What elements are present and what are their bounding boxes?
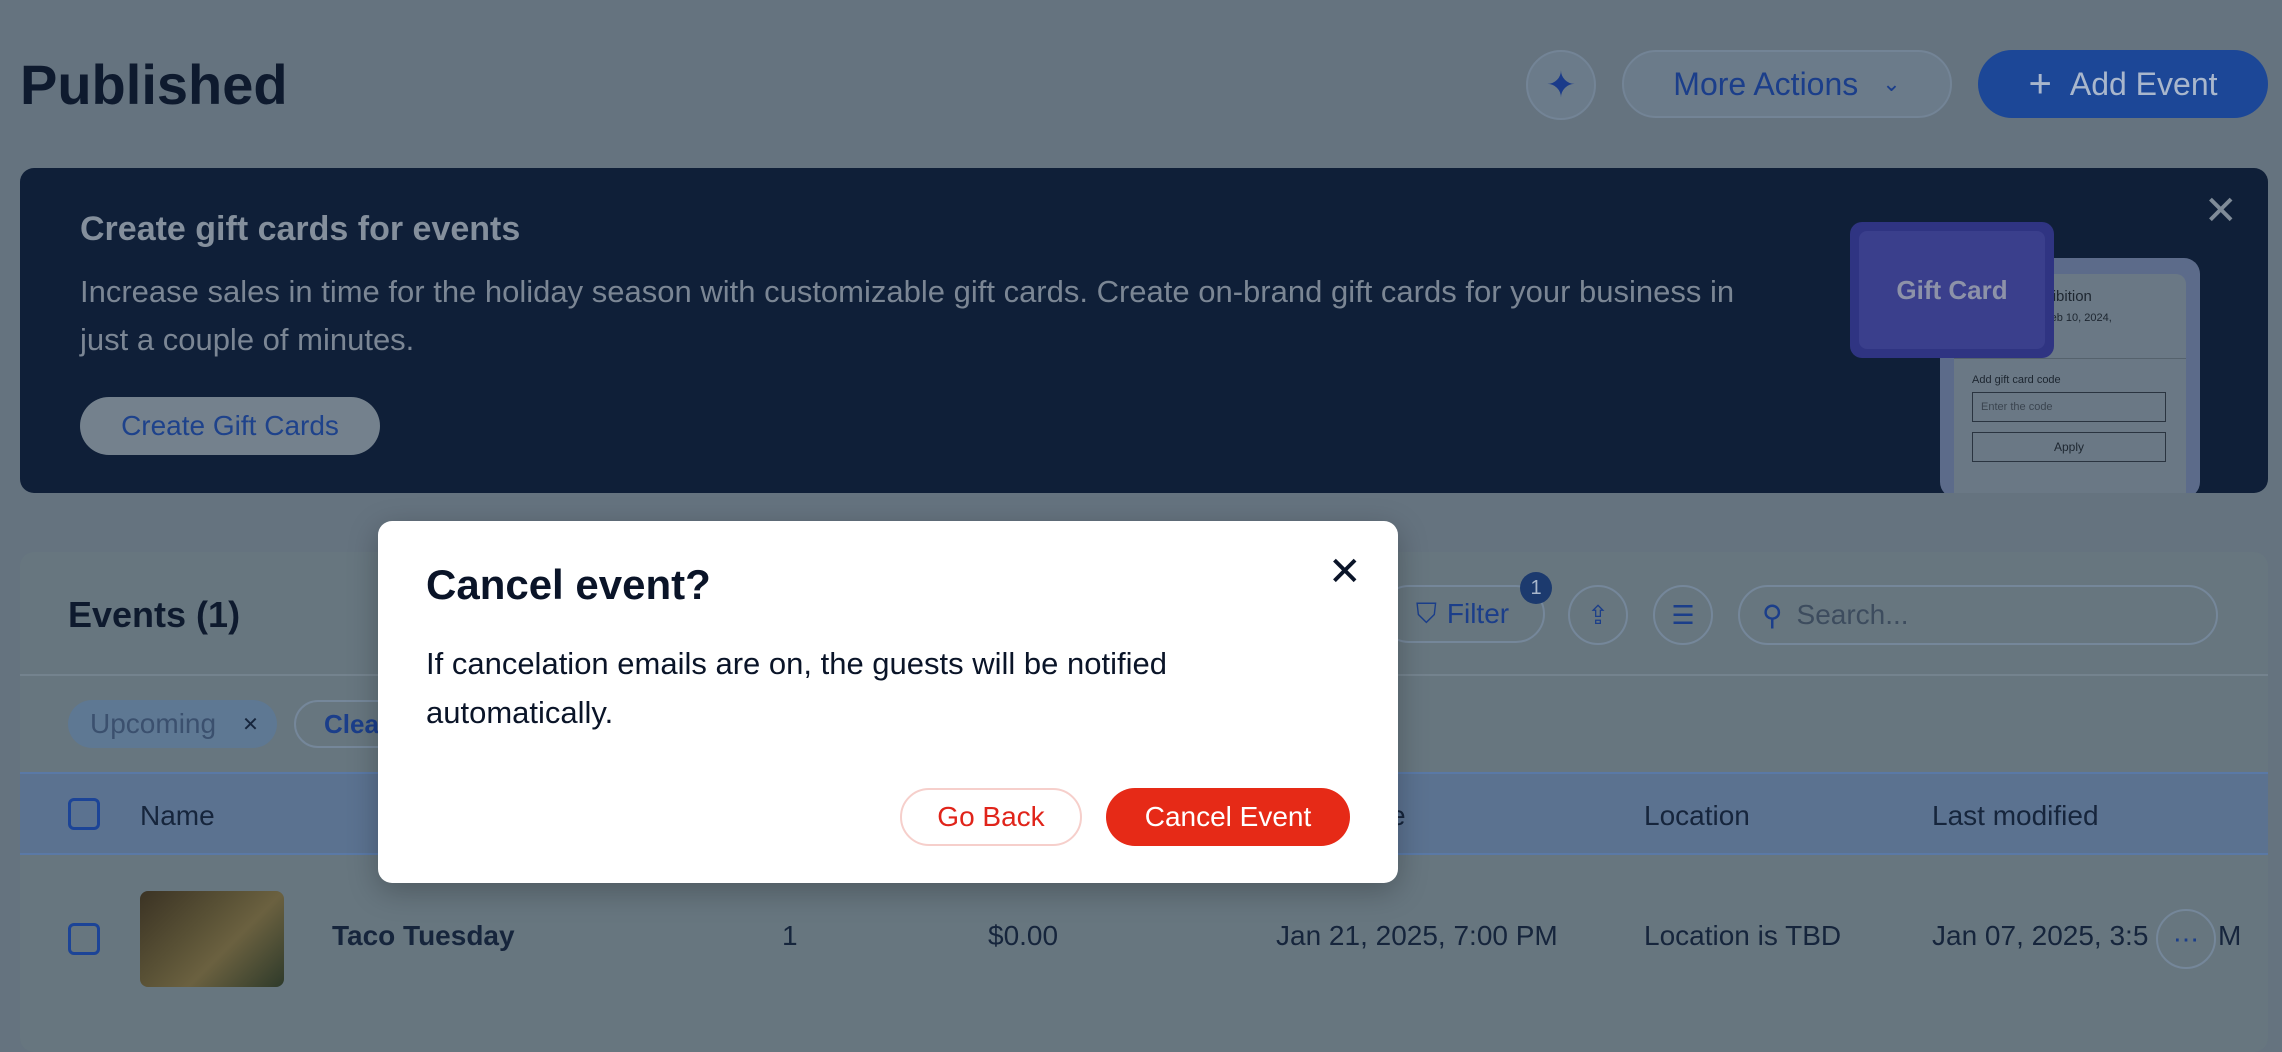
event-date: Jan 21, 2025, 7:00 PM: [1276, 920, 1558, 951]
filter-count-badge: 1: [1520, 572, 1552, 604]
export-button[interactable]: ⇪: [1568, 585, 1628, 645]
create-gift-cards-button[interactable]: Create Gift Cards: [80, 397, 380, 455]
more-actions-label: More Actions: [1673, 65, 1859, 102]
banner-title: Create gift cards for events: [80, 210, 521, 248]
event-name[interactable]: Taco Tuesday: [332, 920, 515, 952]
cancel-event-dialog: Cancel event? ✕ If cancelation emails ar…: [378, 521, 1398, 883]
gift-card-image: Gift Card: [1850, 222, 2054, 358]
cancel-event-button[interactable]: Cancel Event: [1106, 788, 1350, 846]
event-price: $0.00: [988, 920, 1059, 951]
sparkle-icon: ✦: [1545, 64, 1577, 105]
more-actions-button[interactable]: More Actions ⌄: [1622, 50, 1952, 118]
column-last-modified[interactable]: Last modified: [1932, 800, 2099, 832]
illustration-code-input: Enter the code: [1972, 392, 2166, 422]
column-location[interactable]: Location: [1644, 800, 1750, 832]
event-last-modified-tail: M: [2218, 920, 2242, 951]
row-more-actions-button[interactable]: ⋯: [2156, 909, 2216, 969]
illustration-apply-button: Apply: [1972, 432, 2166, 462]
search-icon: ⚲: [1762, 599, 1783, 631]
dialog-body: If cancelation emails are on, the guests…: [426, 646, 1167, 730]
add-event-button[interactable]: + Add Event: [1978, 50, 2268, 118]
search-input[interactable]: ⚲ Search...: [1738, 585, 2218, 645]
sliders-icon: ☰: [1671, 599, 1695, 630]
plus-icon: +: [2028, 61, 2052, 106]
ai-assistant-button[interactable]: ✦: [1526, 50, 1596, 120]
event-thumbnail: [140, 891, 284, 987]
row-checkbox[interactable]: [68, 923, 100, 955]
select-all-checkbox[interactable]: [68, 798, 100, 830]
event-location: Location is TBD: [1644, 920, 1842, 951]
go-back-button[interactable]: Go Back: [900, 788, 1082, 846]
dialog-title: Cancel event?: [426, 561, 711, 608]
add-event-label: Add Event: [2069, 65, 2218, 102]
illustration-code-label: Add gift card code: [1972, 374, 2061, 386]
gift-card-text: Gift Card: [1859, 231, 2045, 349]
remove-chip-icon[interactable]: ✕: [242, 712, 259, 737]
gift-card-banner: Create gift cards for events Increase sa…: [20, 168, 2268, 493]
events-title: Events (1): [68, 594, 241, 635]
event-last-modified: Jan 07, 2025, 3:5: [1932, 920, 2149, 951]
filter-chip-upcoming[interactable]: Upcoming ✕: [68, 700, 277, 748]
event-count: 1: [782, 920, 798, 951]
close-dialog-icon[interactable]: ✕: [1328, 549, 1362, 595]
search-placeholder: Search...: [1796, 599, 1909, 630]
table-settings-button[interactable]: ☰: [1653, 585, 1713, 645]
filter-icon: ⛉: [1415, 597, 1437, 629]
chip-label: Upcoming: [90, 708, 217, 739]
chevron-down-icon: ⌄: [1882, 71, 1901, 96]
page-title: Published: [20, 53, 288, 116]
banner-description: Increase sales in time for the holiday s…: [80, 274, 1735, 357]
upload-icon: ⇪: [1587, 599, 1609, 630]
filter-label: Filter: [1446, 598, 1510, 629]
close-banner-icon[interactable]: ✕: [2204, 188, 2238, 234]
column-name[interactable]: Name: [140, 800, 215, 832]
ellipsis-icon: ⋯: [2173, 923, 2199, 954]
